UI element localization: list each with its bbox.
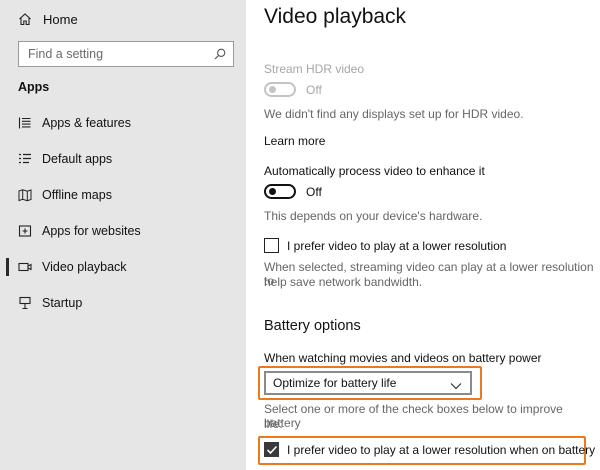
chevron-down-icon [450,379,462,393]
sidebar-item-apps-features[interactable]: Apps & features [0,110,246,136]
battery-dropdown-label: When watching movies and videos on batte… [264,351,542,365]
enhance-toggle-row: Off [264,184,322,199]
nav-home-label: Home [43,11,78,27]
battery-options-heading: Battery options [264,318,361,334]
sidebar: Home Find a setting Apps Apps & features… [0,0,246,470]
search-input[interactable]: Find a setting [18,41,234,67]
battery-dropdown[interactable]: Optimize for battery life [264,371,472,395]
apps-for-websites-icon [18,224,32,238]
lower-res-row: I prefer video to play at a lower resolu… [264,238,506,253]
battery-lower-res-label: I prefer video to play at a lower resolu… [287,442,596,457]
sidebar-item-label: Apps & features [42,116,131,130]
apps-features-icon [18,116,32,130]
sidebar-section-title: Apps [18,80,50,94]
sidebar-item-label: Offline maps [42,188,112,202]
page-title: Video playback [264,5,407,28]
main-content: Video playback Stream HDR video Off We d… [246,0,600,470]
search-placeholder: Find a setting [28,47,104,61]
default-apps-icon [18,152,32,166]
hdr-label: Stream HDR video [264,62,365,76]
battery-lower-res-checkbox[interactable] [264,442,279,457]
hdr-description: We didn't find any displays set up for H… [264,107,524,121]
checkmark-icon [266,445,277,454]
sidebar-item-offline-maps[interactable]: Offline maps [0,182,246,208]
search-icon[interactable] [213,47,227,64]
sidebar-item-startup[interactable]: Startup [0,290,246,316]
offline-maps-icon [18,188,32,202]
sidebar-item-label: Default apps [42,152,113,166]
hdr-toggle-row: Off [264,82,322,97]
selection-indicator [6,258,9,276]
nav-home[interactable]: Home [18,8,78,30]
enhance-label: Automatically process video to enhance i… [264,164,485,178]
hdr-toggle-state: Off [306,82,322,97]
sidebar-item-label: Video playback [42,260,127,274]
battery-hint-1: Select one or more of the check boxes be… [264,402,563,430]
sidebar-item-video-playback[interactable]: Video playback [0,254,246,280]
startup-icon [18,296,32,310]
home-icon [18,12,34,26]
lower-res-description-2: help save network bandwidth. [264,275,423,289]
sidebar-item-label: Apps for websites [42,224,141,238]
enhance-toggle[interactable] [264,184,296,199]
sidebar-item-default-apps[interactable]: Default apps [0,146,246,172]
sidebar-item-label: Startup [42,296,83,310]
battery-dropdown-value: Optimize for battery life [273,376,397,390]
enhance-description: This depends on your device's hardware. [264,209,483,223]
hdr-toggle[interactable] [264,82,296,97]
lower-res-label: I prefer video to play at a lower resolu… [287,238,507,253]
battery-hint-2: life: [264,417,283,431]
battery-lower-res-row: I prefer video to play at a lower resolu… [264,442,595,457]
enhance-toggle-state: Off [306,184,322,199]
lower-res-checkbox[interactable] [264,238,279,253]
video-playback-icon [18,260,32,274]
learn-more-link[interactable]: Learn more [264,134,325,148]
sidebar-item-apps-for-websites[interactable]: Apps for websites [0,218,246,244]
